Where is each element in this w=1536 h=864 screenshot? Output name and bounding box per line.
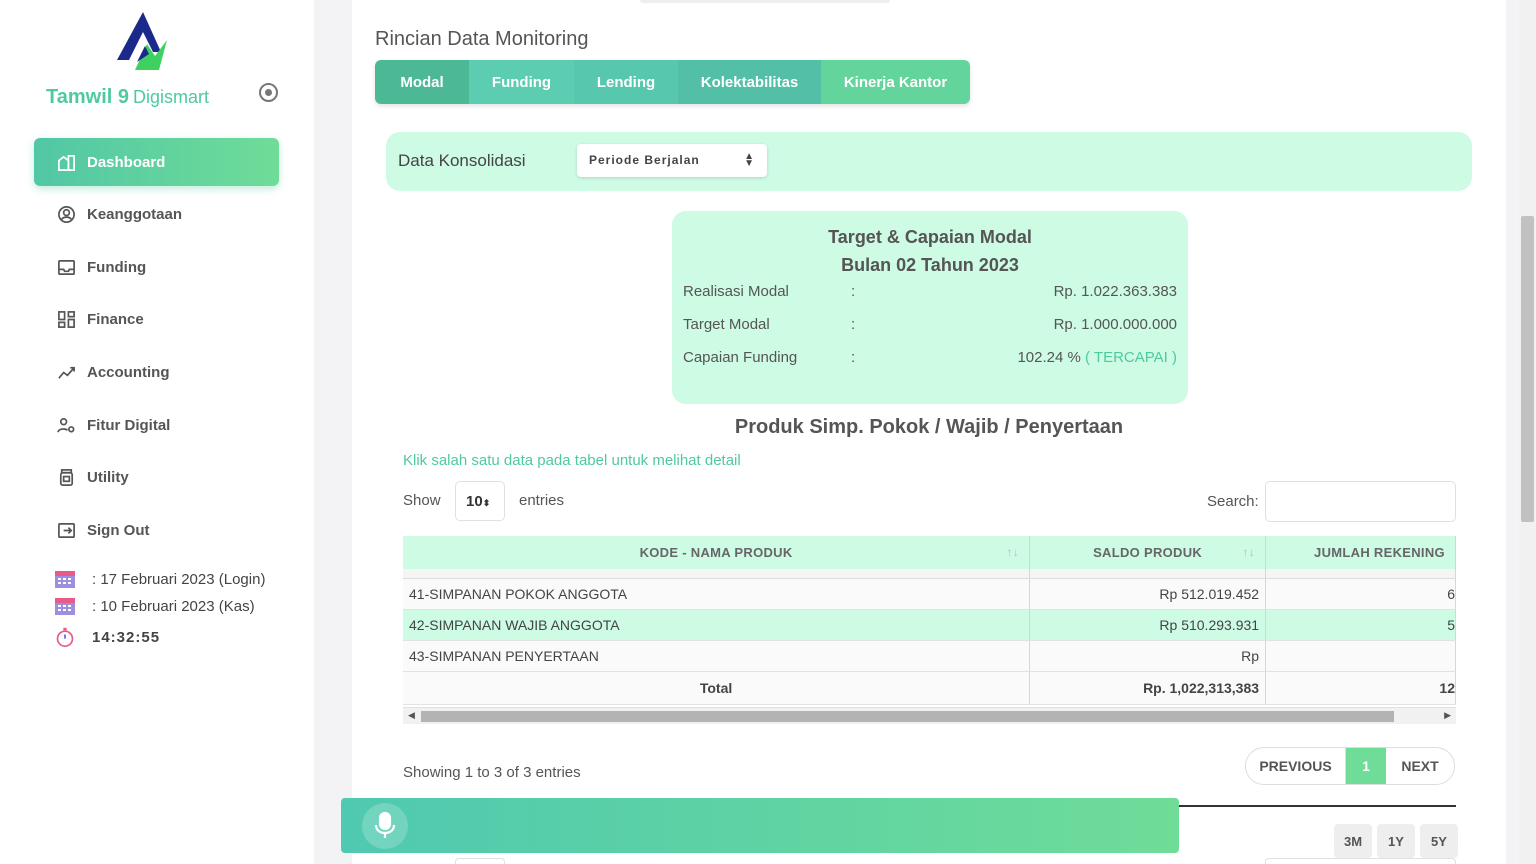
status-badge: ( TERCAPAI ) xyxy=(1085,349,1177,366)
table-row[interactable]: 43-SIMPANAN PENYERTAAN Rp xyxy=(403,640,1456,672)
konsolidasi-bar: Data Konsolidasi Periode Berjalan ▲ ▼ xyxy=(386,132,1472,191)
show-label: Show xyxy=(403,492,441,509)
table-hint: Klik salah satu data pada tabel untuk me… xyxy=(403,452,741,469)
scrollbar-thumb[interactable] xyxy=(421,711,1394,722)
sidebar-item-label: Funding xyxy=(87,258,147,276)
next-entries-select[interactable] xyxy=(455,858,505,864)
range-5y-button[interactable]: 5Y xyxy=(1420,824,1458,858)
voice-assistant-bar[interactable] xyxy=(341,798,1179,853)
col-header-saldo[interactable]: SALDO PRODUK ↑↓ xyxy=(1029,536,1267,569)
product-table: KODE - NAMA PRODUK ↑↓ SALDO PRODUK ↑↓ JUML… xyxy=(403,536,1456,724)
inbox-icon xyxy=(56,257,76,277)
user-circle-icon xyxy=(56,204,76,224)
monitoring-tabs: Modal Funding Lending Kolektabilitas Kin… xyxy=(375,60,970,104)
brand-logo xyxy=(117,12,167,70)
table-horizontal-scrollbar[interactable]: ◀ ▶ xyxy=(403,707,1456,724)
page-1-button[interactable]: 1 xyxy=(1346,748,1386,784)
stopwatch-icon xyxy=(56,627,74,647)
brand-name: Tamwil 9 Digismart xyxy=(46,86,210,108)
divider xyxy=(1178,805,1456,807)
sidebar-item-funding[interactable]: Funding xyxy=(34,243,279,291)
sign-out-icon xyxy=(56,520,76,540)
sidebar-item-accounting[interactable]: Accounting xyxy=(34,348,279,396)
sidebar-item-fitur-digital[interactable]: Fitur Digital xyxy=(34,401,279,449)
previous-button[interactable]: PREVIOUS xyxy=(1246,748,1346,784)
tab-lending[interactable]: Lending xyxy=(574,60,678,104)
sidebar-item-label: Sign Out xyxy=(87,521,150,539)
tab-modal[interactable]: Modal xyxy=(375,60,469,104)
showing-info: Showing 1 to 3 of 3 entries xyxy=(403,764,581,781)
range-buttons: 3M 1Y 5Y xyxy=(1334,824,1458,858)
microphone-icon[interactable] xyxy=(362,803,408,849)
search-label: Search: xyxy=(1207,493,1259,510)
scrollbar-thumb[interactable] xyxy=(1521,216,1534,522)
target-title: Target & Capaian Modal xyxy=(828,227,1032,247)
table-total-row: Total Rp. 1,022,313,383 12 xyxy=(403,671,1456,705)
user-gear-icon xyxy=(56,415,76,435)
scroll-left-icon: ◀ xyxy=(408,710,415,720)
tab-kinerja-kantor[interactable]: Kinerja Kantor xyxy=(821,60,970,104)
next-search-input[interactable] xyxy=(1265,858,1456,864)
target-subtitle: Bulan 02 Tahun 2023 xyxy=(841,255,1019,275)
sidebar-item-label: Keanggotaan xyxy=(87,205,183,223)
product-title: Produk Simp. Pokok / Wajib / Penyertaan xyxy=(734,416,1124,438)
top-card-edge xyxy=(640,0,890,3)
range-1y-button[interactable]: 1Y xyxy=(1377,824,1415,858)
search-input[interactable] xyxy=(1265,481,1456,522)
sort-arrows-icon: ⬍ xyxy=(482,498,491,508)
sidebar-item-label: Fitur Digital xyxy=(87,416,171,434)
konsolidasi-label: Data Konsolidasi xyxy=(398,151,526,170)
sidebar-item-dashboard[interactable]: Dashboard xyxy=(34,138,279,186)
sort-icon: ↑↓ xyxy=(1006,545,1020,559)
sidebar-item-label: Dashboard xyxy=(87,153,166,171)
section-title: Rincian Data Monitoring xyxy=(375,28,589,50)
sidebar-item-finance[interactable]: Finance xyxy=(34,295,279,343)
tab-funding[interactable]: Funding xyxy=(469,60,574,104)
jar-icon xyxy=(56,467,76,487)
tab-kolektabilitas[interactable]: Kolektabilitas xyxy=(678,60,821,104)
sidebar-item-keanggotaan[interactable]: Keanggotaan xyxy=(34,190,279,238)
scroll-right-icon: ▶ xyxy=(1444,710,1451,720)
target-card: Target & Capaian Modal Bulan 02 Tahun 20… xyxy=(672,211,1188,404)
grid-icon xyxy=(56,309,76,329)
calendar-icon xyxy=(55,571,75,588)
table-row[interactable]: 41-SIMPANAN POKOK ANGGOTA Rp 512.019.452… xyxy=(403,578,1456,610)
login-date: : 17 Februari 2023 (Login) xyxy=(54,569,265,589)
kas-date: : 10 Februari 2023 (Kas) xyxy=(54,596,255,616)
sidebar: Tamwil 9 Digismart Dashboard Keanggotaan … xyxy=(0,0,314,864)
clock: 14:32:55 xyxy=(54,627,160,647)
entries-label: entries xyxy=(519,492,565,509)
next-button[interactable]: NEXT xyxy=(1386,748,1454,784)
table-row[interactable]: 42-SIMPANAN WAJIB ANGGOTA Rp 510.293.931… xyxy=(403,609,1456,641)
sidebar-item-label: Finance xyxy=(87,310,144,328)
page-scrollbar[interactable] xyxy=(1519,0,1536,864)
sort-icon: ↑↓ xyxy=(1242,545,1256,559)
dashboard-icon xyxy=(56,152,76,172)
range-3m-button[interactable]: 3M xyxy=(1334,824,1372,858)
entries-select[interactable]: 10⬍ xyxy=(455,481,505,521)
pagination: PREVIOUS 1 NEXT xyxy=(1245,747,1455,785)
calendar-icon xyxy=(55,598,75,615)
period-select[interactable]: Periode Berjalan ▲ ▼ xyxy=(577,144,767,177)
sidebar-item-utility[interactable]: Utility xyxy=(34,453,279,501)
col-header-jumlah[interactable]: JUMLAH REKENING xyxy=(1265,536,1456,569)
sidebar-item-label: Accounting xyxy=(87,363,170,381)
sidebar-item-sign-out[interactable]: Sign Out xyxy=(34,506,279,554)
chart-line-icon xyxy=(56,362,76,382)
col-header-kode[interactable]: KODE - NAMA PRODUK ↑↓ xyxy=(403,536,1031,569)
sidebar-toggle-icon[interactable] xyxy=(259,83,278,102)
sort-arrows-icon: ▲ ▼ xyxy=(744,151,755,169)
sidebar-item-label: Utility xyxy=(87,468,129,486)
